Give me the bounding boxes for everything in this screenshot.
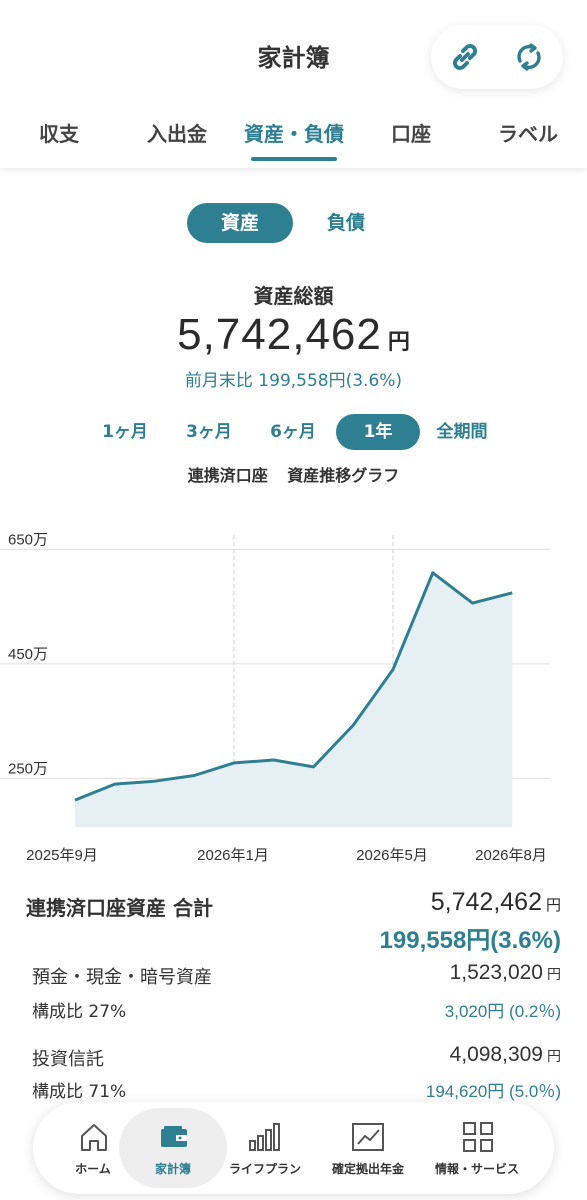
area-fill [75, 572, 513, 827]
nav-household-book-label: 家計簿 [154, 1162, 191, 1176]
y-tick-label: 650万 [8, 531, 48, 548]
x-tick-label: 2025年9月 [26, 847, 98, 864]
funds-diff: 194,620円 (5.0％) [425, 1082, 561, 1101]
asset-trend-chart: 650万 450万 250万 2025年9月 2026年1月 2026年5月 2026年8月 [0, 531, 550, 864]
total-assets-label: 資産総額 [253, 284, 334, 308]
grid-icon [463, 1122, 493, 1152]
nav-home[interactable]: ホーム [47, 1102, 139, 1194]
total-assets-amount: 5,742,462 [177, 310, 382, 359]
toggle-liabilities[interactable]: 負債 [293, 203, 399, 243]
active-tab-indicator [251, 157, 337, 161]
deposits-label: 預金・現金・暗号資産 [32, 967, 212, 988]
nav-life-plan-label: ライフプラン [228, 1162, 301, 1176]
nav-household-book[interactable]: 家計簿 [127, 1102, 219, 1194]
period-selector: 1ヶ月 3ヶ月 6ヶ月 1年 全期間 [0, 414, 587, 450]
tab-assets-liabilities[interactable]: 資産・負債 [236, 112, 352, 162]
y-tick-label: 250万 [8, 760, 48, 777]
bottom-nav: ホーム 家計簿 ライフプラン 確定拠出年金 情報・サービス [33, 1102, 554, 1194]
deposits-unit: 円 [547, 967, 561, 983]
summary-diff: 199,558円(3.6%) [379, 927, 561, 954]
x-tick-label: 2026年5月 [356, 847, 428, 864]
tab-bar: 収支 入出金 資産・負債 口座 ラベル [0, 112, 587, 162]
tab-accounts[interactable]: 口座 [378, 112, 444, 162]
header-actions [431, 25, 563, 89]
funds-value: 4,098,309 円 [450, 1043, 561, 1067]
total-assets-diff: 前月末比 199,558円(3.6%) [184, 371, 403, 391]
tab-deposits-withdrawals[interactable]: 入出金 [136, 112, 218, 162]
funds-unit: 円 [547, 1049, 561, 1065]
summary-unit: 円 [545, 896, 561, 914]
period-6-months[interactable]: 6ヶ月 [258, 414, 328, 450]
line-chart-icon [352, 1123, 384, 1151]
chart-caption: 連携済口座 資産推移グラフ [187, 466, 400, 485]
period-1-year[interactable]: 1年 [336, 414, 420, 450]
deposits-ratio: 構成比 27% [32, 1002, 127, 1022]
x-tick-label: 2026年1月 [197, 847, 269, 864]
summary-value: 5,742,462 円 [431, 888, 561, 917]
bar-chart-icon [249, 1123, 280, 1151]
home-icon [81, 1124, 107, 1151]
tab-labels[interactable]: ラベル [488, 112, 568, 162]
funds-amount: 4,098,309 [449, 1043, 543, 1066]
nav-info-services-label: 情報・サービス [434, 1162, 519, 1176]
period-all[interactable]: 全期間 [426, 414, 498, 450]
tab-income-expense[interactable]: 収支 [20, 112, 98, 162]
period-3-months[interactable]: 3ヶ月 [174, 414, 244, 450]
summary-label: 連携済口座資産 合計 [26, 896, 213, 920]
funds-label: 投資信託 [32, 1049, 104, 1070]
nav-home-label: ホーム [75, 1162, 111, 1176]
period-1-month[interactable]: 1ヶ月 [90, 414, 160, 450]
nav-defined-contribution[interactable]: 確定拠出年金 [319, 1102, 417, 1194]
funds-ratio: 構成比 71% [32, 1082, 127, 1102]
total-assets-value: 5,742,462 円 [0, 310, 587, 360]
summary-amount: 5,742,462 [430, 888, 542, 916]
deposits-value: 1,523,020 円 [450, 961, 561, 985]
x-tick-label: 2026年8月 [475, 847, 547, 864]
wallet-icon [161, 1126, 187, 1147]
nav-info-services[interactable]: 情報・サービス [423, 1102, 531, 1194]
y-tick-label: 450万 [8, 646, 48, 663]
total-assets-unit: 円 [387, 330, 410, 355]
deposits-diff: 3,020円 (0.2％) [444, 1002, 561, 1021]
link-icon[interactable] [447, 39, 483, 75]
deposits-amount: 1,523,020 [449, 961, 543, 984]
app-header: 家計簿 収支 入出金 資産・負債 口座 ラベル [0, 0, 587, 168]
nav-defined-contribution-label: 確定拠出年金 [331, 1162, 404, 1176]
nav-life-plan[interactable]: ライフプラン [219, 1102, 311, 1194]
sync-icon[interactable] [511, 39, 547, 75]
toggle-assets[interactable]: 資産 [187, 203, 293, 243]
